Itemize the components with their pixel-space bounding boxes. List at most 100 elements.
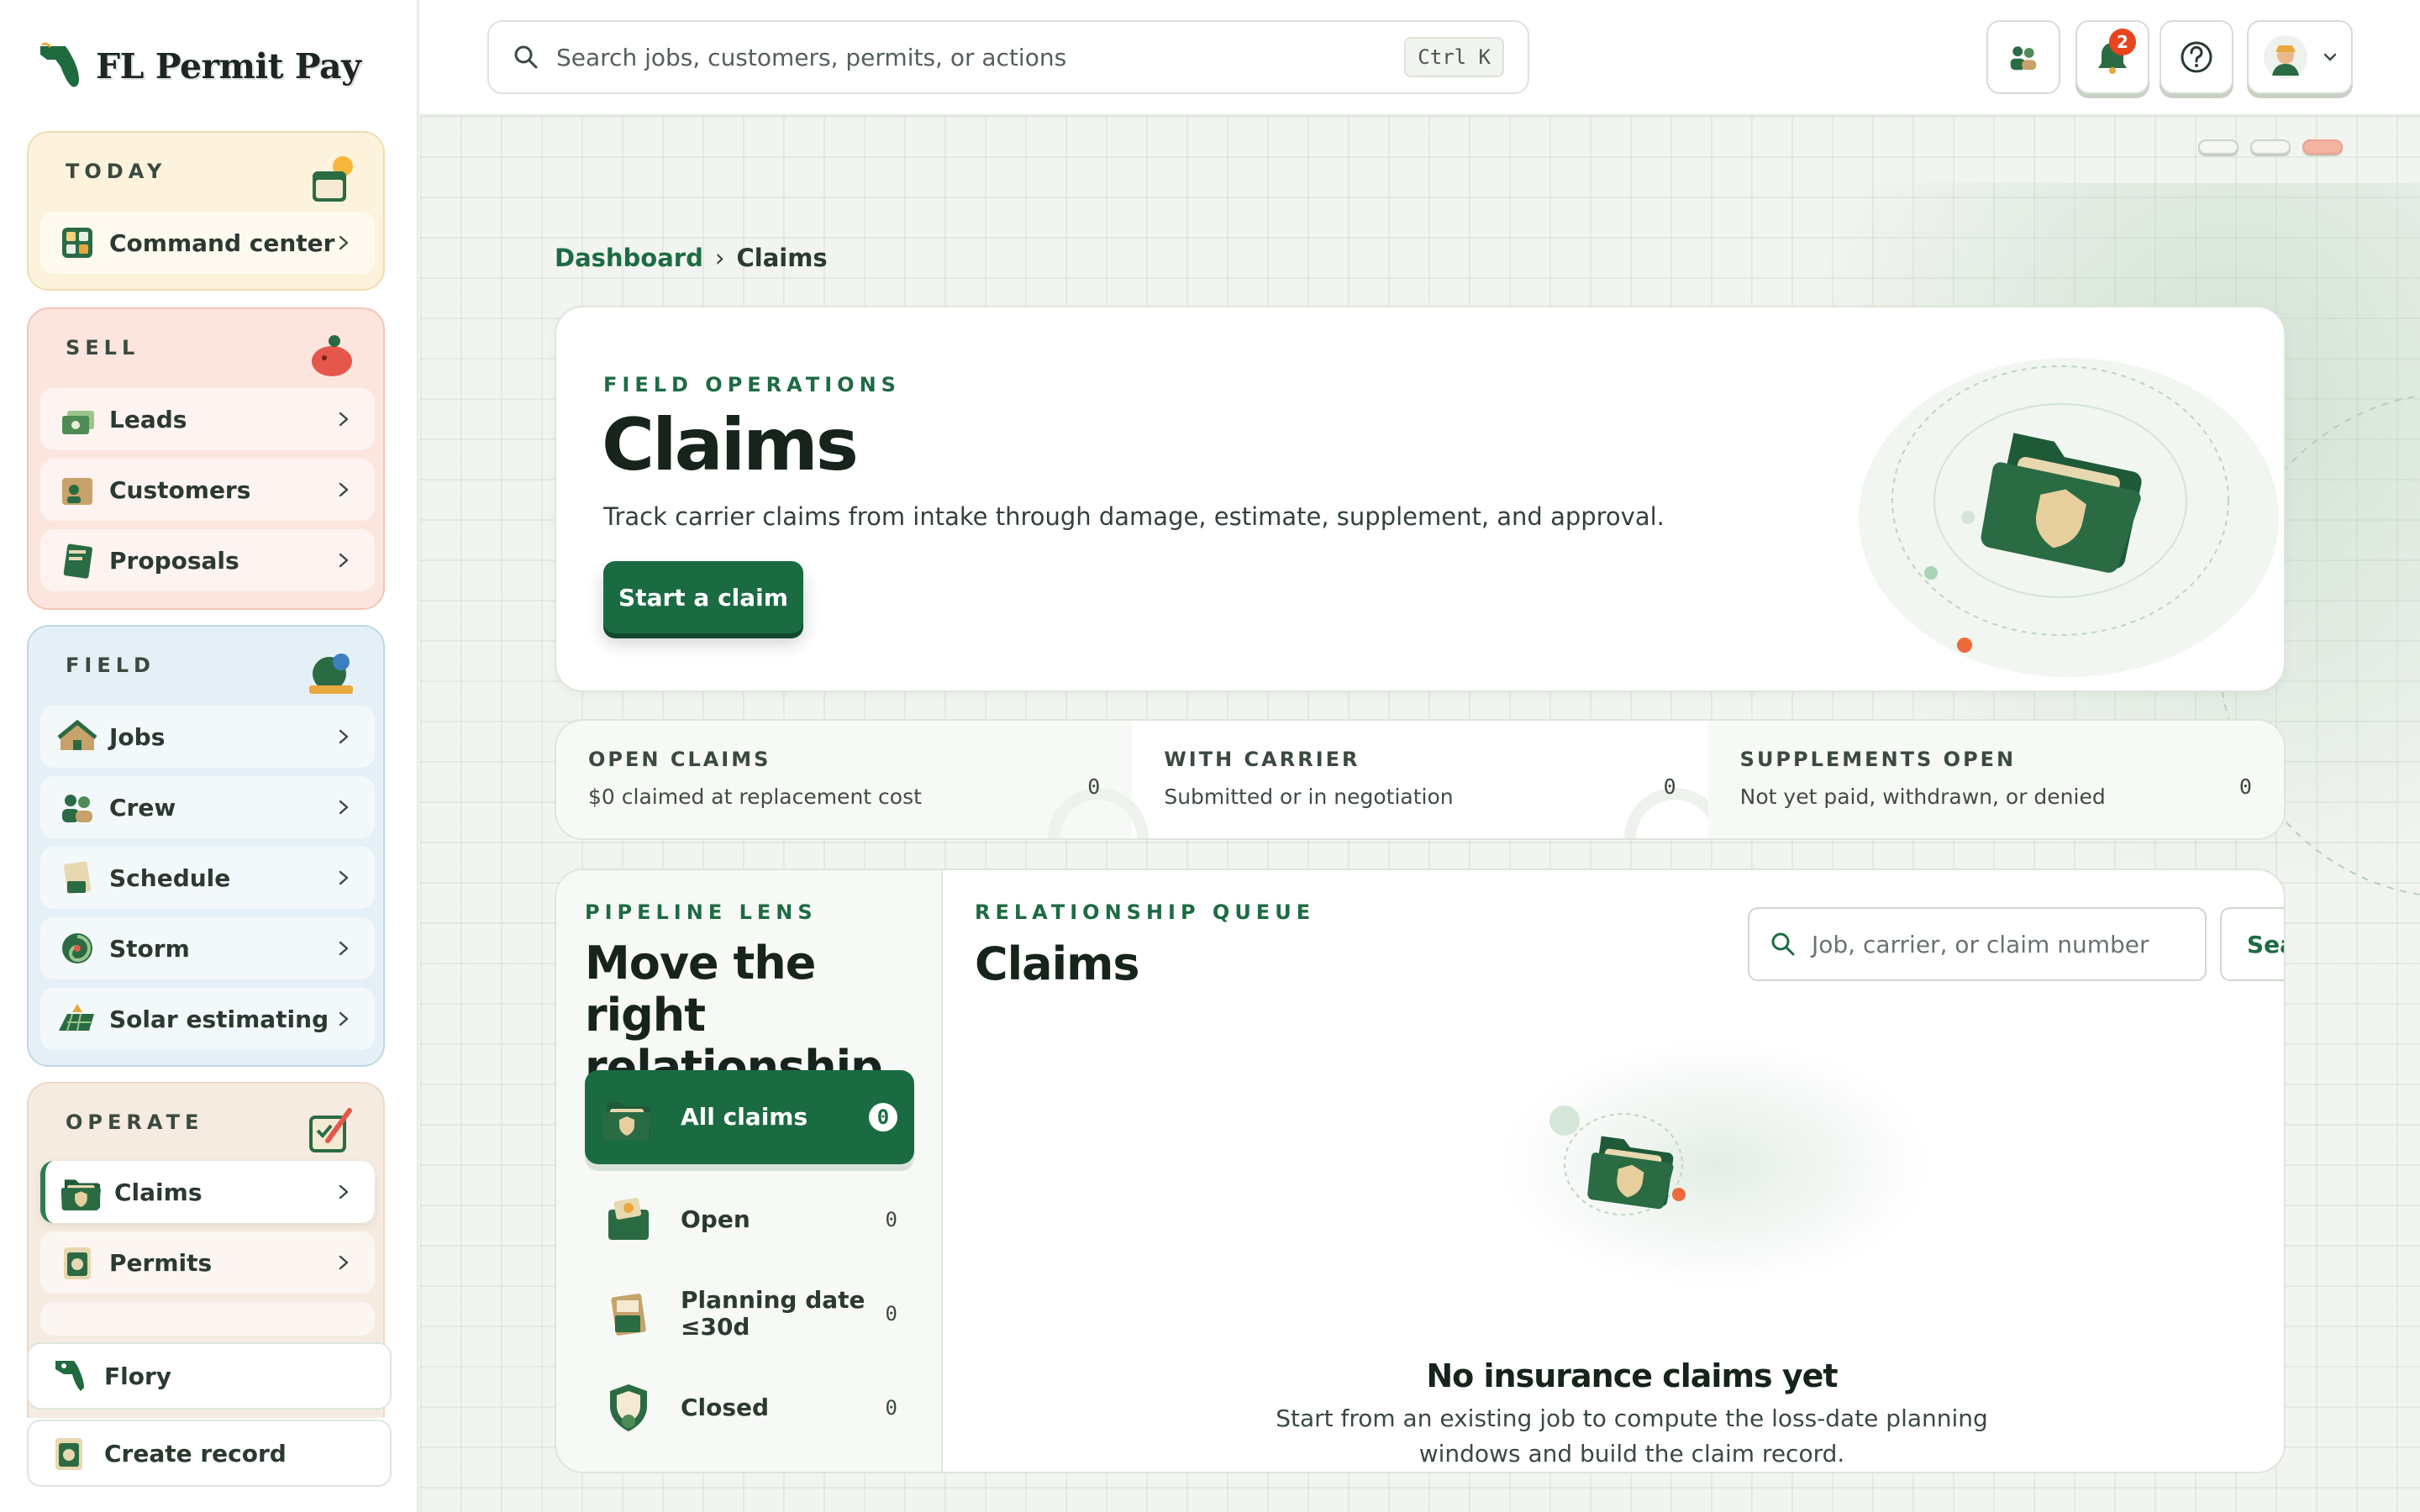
page-title: Claims [602,403,859,487]
window-control[interactable] [2302,139,2343,155]
sidebar-item-label: Crew [109,793,176,822]
start-claim-button[interactable]: Start a claim [603,561,803,633]
crew-button[interactable] [1986,20,2060,94]
customers-icon [62,478,92,505]
stat-value: 0 [2238,774,2252,799]
filter-closed[interactable]: Closed 0 [585,1361,914,1455]
nav-section-field: FIELD Jobs Crew Schedule Storm Solar est… [27,625,385,1067]
sidebar-item-claims[interactable]: Claims [40,1161,375,1223]
window-control[interactable] [2250,139,2291,155]
stat-with-carrier[interactable]: WITH CARRIER Submitted or in negotiation… [1132,721,1725,838]
filter-planning-date[interactable]: Planning date ≤30d 0 [585,1267,914,1361]
global-search-input[interactable]: Search jobs, customers, permits, or acti… [487,20,1529,94]
bottom-button-label: Flory [104,1362,172,1390]
brand[interactable]: FL Permit Pay [37,37,361,96]
section-title: TODAY [66,160,167,183]
empty-state-title: No insurance claims yet [1426,1357,1838,1394]
sidebar-item-partial[interactable] [40,1302,375,1336]
queue-title: Claims [975,937,1139,990]
stat-open-claims[interactable]: OPEN CLAIMS $0 claimed at replacement co… [556,721,1150,838]
queue-eyebrow: RELATIONSHIP QUEUE [975,900,1316,924]
claims-folder-icon [602,1102,651,1140]
main-content: Dashboard › Claims FIELD OPERATIONS Clai… [420,116,2420,1512]
filter-label: All claims [681,1103,808,1131]
sidebar-item-label: Permits [109,1248,213,1277]
filter-count: 0 [885,1302,897,1326]
claims-search-button[interactable]: Search [2220,907,2284,981]
stat-value: 0 [1663,774,1676,799]
shield-badge-icon [610,1384,647,1431]
open-box-icon [608,1197,649,1240]
chevron-right-icon [339,800,349,815]
sidebar-item-permits[interactable]: Permits [40,1231,375,1294]
topbar: Search jobs, customers, permits, or acti… [420,0,2420,116]
notifications-button[interactable]: 2 [2075,20,2149,94]
chevron-down-icon [2323,53,2337,61]
storm-icon [62,933,92,963]
sidebar-item-solar-estimating[interactable]: Solar estimating [40,988,375,1050]
create-record-icon [55,1438,82,1470]
claims-folder-icon [60,1179,101,1210]
stat-value: 0 [1087,774,1101,799]
sidebar-item-label: Command center [109,228,335,257]
filter-open[interactable]: Open 0 [585,1173,914,1267]
sidebar-item-customers[interactable]: Customers [40,459,375,521]
sidebar-item-label: Storm [109,934,190,963]
lens-eyebrow: PIPELINE LENS [585,900,818,924]
proposals-icon [63,543,92,579]
search-placeholder: Job, carrier, or claim number [1812,930,2149,958]
chevron-right-icon [339,870,349,885]
house-icon [57,719,97,750]
chevron-right-icon [339,412,349,427]
stats-strip: OPEN CLAIMS $0 claimed at replacement co… [555,719,2286,840]
sidebar-item-storm[interactable]: Storm [40,917,375,979]
solar-panel-icon [59,1004,94,1032]
chevron-right-icon [339,1184,349,1200]
filter-label: Closed [681,1394,770,1421]
sidebar-item-label: Customers [109,475,251,504]
sidebar-item-leads[interactable]: Leads [40,388,375,450]
nav-section-today: TODAY Command center [27,131,385,291]
calendar-sun-icon [313,156,353,202]
flory-mascot-icon [55,1361,84,1391]
sidebar-item-label: Leads [109,405,187,433]
sidebar-item-crew[interactable]: Crew [40,776,375,838]
sidebar-item-label: Jobs [109,722,166,751]
create-record-button[interactable]: Create record [27,1420,392,1487]
sidebar-item-label: Schedule [109,864,231,892]
hero-card: FIELD OPERATIONS Claims Track carrier cl… [555,306,2286,692]
claims-panel: PIPELINE LENS Move the right relationshi… [555,869,2286,1473]
breadcrumb: Dashboard › Claims [555,244,828,272]
filter-count: 0 [885,1208,897,1231]
permits-icon [64,1247,91,1279]
hero-description: Track carrier claims from intake through… [603,502,1665,531]
filter-label: Open [681,1205,750,1233]
filter-all-claims[interactable]: All claims 0 [585,1070,914,1164]
breadcrumb-separator: › [714,244,725,272]
sidebar-item-jobs[interactable]: Jobs [40,706,375,768]
chevron-right-icon [339,1011,349,1026]
flory-assistant-button[interactable]: Flory [27,1342,392,1410]
filter-label: Planning date ≤30d [681,1286,865,1341]
claims-search-input[interactable]: Job, carrier, or claim number [1748,907,2207,981]
breadcrumb-current: Claims [736,244,828,272]
chevron-right-icon [339,1255,349,1270]
hero-folder-illustration [1859,358,2279,677]
breadcrumb-dashboard-link[interactable]: Dashboard [555,244,703,272]
user-menu-button[interactable] [2247,20,2353,94]
section-title: SELL [66,336,140,360]
window-control[interactable] [2198,139,2238,155]
command-center-icon [62,228,92,258]
stat-description: Not yet paid, withdrawn, or denied [1739,785,2106,809]
empty-folder-illustration [1549,1105,1686,1215]
empty-state-description: Start from an existing job to compute th… [1276,1404,1988,1467]
sidebar-item-command-center[interactable]: Command center [40,212,375,274]
help-button[interactable] [2160,20,2233,94]
piggy-bank-icon [312,335,352,376]
pipeline-lens: PIPELINE LENS Move the right relationshi… [556,870,943,1472]
calendar-icon [611,1294,646,1336]
sidebar-item-schedule[interactable]: Schedule [40,847,375,909]
sidebar-item-proposals[interactable]: Proposals [40,529,375,591]
stat-title: SUPPLEMENTS OPEN [1739,748,2017,771]
stat-supplements-open[interactable]: SUPPLEMENTS OPEN Not yet paid, withdrawn… [1707,721,2284,838]
